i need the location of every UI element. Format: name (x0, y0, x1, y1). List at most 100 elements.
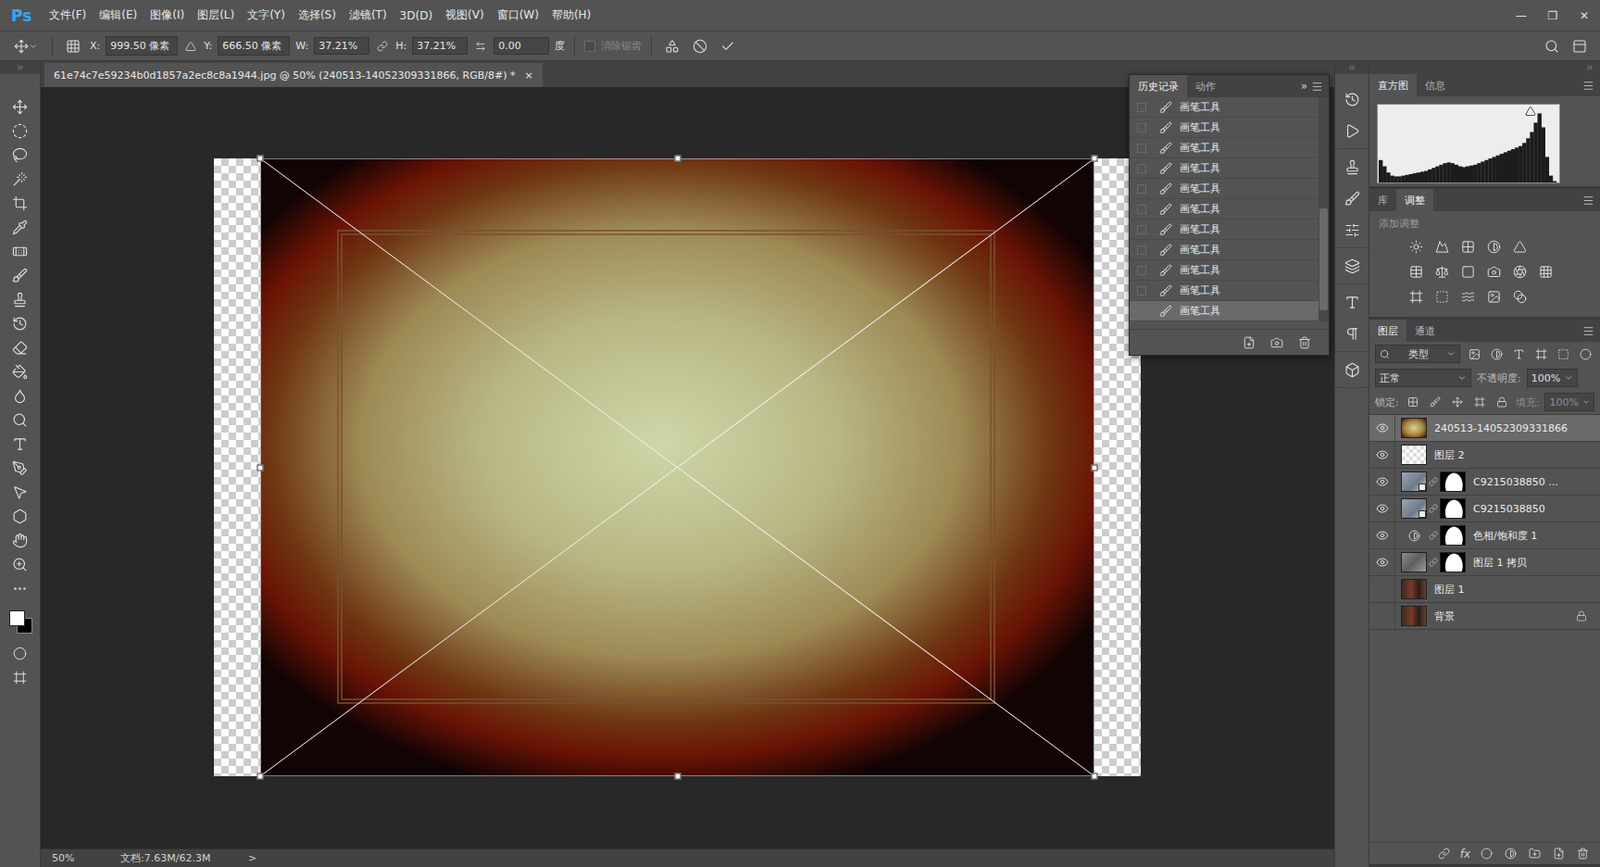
commit-button[interactable] (716, 35, 739, 58)
link-layers-button[interactable] (1436, 845, 1453, 863)
character-button[interactable] (1337, 287, 1366, 316)
close-tab-button[interactable]: × (524, 69, 533, 82)
invert-button[interactable] (1406, 287, 1425, 306)
lock-all-button[interactable] (1493, 393, 1511, 411)
smart-filter-button[interactable] (1554, 345, 1572, 363)
zoom-tool[interactable] (6, 551, 35, 576)
clone-source-button[interactable] (1337, 152, 1366, 181)
link-button[interactable] (375, 35, 390, 58)
histogram-tab[interactable]: 信息 (1416, 74, 1454, 97)
crop-tool[interactable] (6, 190, 35, 215)
adjustments-tab[interactable]: 调整 (1396, 188, 1434, 212)
y-field[interactable]: 666.50 像素 (217, 36, 290, 56)
visibility-toggle[interactable] (1369, 414, 1396, 441)
layer-mask-thumbnail[interactable] (1439, 471, 1466, 492)
layer-row[interactable]: C9215038850 (1369, 495, 1600, 523)
zoom-level[interactable]: 50% (51, 851, 121, 864)
layer-style-button[interactable]: fx (1460, 847, 1471, 861)
transform-handle[interactable] (1091, 773, 1099, 780)
transform-handle[interactable] (257, 155, 264, 163)
warp-button[interactable] (661, 35, 684, 58)
window-control[interactable]: ✕ (1568, 9, 1600, 23)
mask-link[interactable] (1426, 557, 1440, 567)
new-group-button[interactable] (1525, 845, 1543, 863)
menu-item[interactable]: 帮助(H) (545, 7, 598, 24)
properties-button[interactable] (1337, 215, 1366, 244)
history-tab[interactable]: 历史记录 (1129, 75, 1188, 98)
add-mask-button[interactable] (1477, 845, 1495, 863)
photo-filter-button[interactable] (1484, 262, 1503, 281)
type-filter-button[interactable] (1510, 345, 1527, 363)
transform-handle[interactable] (674, 155, 681, 163)
tools-header[interactable] (0, 61, 40, 75)
history-source-box[interactable] (1137, 204, 1147, 214)
lock-transparent-button[interactable] (1404, 393, 1422, 411)
opacity-field[interactable]: 100% (1526, 368, 1578, 388)
screen-mode-button[interactable] (6, 664, 35, 689)
layer-image[interactable] (260, 158, 1095, 776)
color-lookup-button[interactable] (1536, 262, 1555, 281)
new-layer-button[interactable] (1550, 845, 1567, 863)
actions-panel-button[interactable] (1337, 116, 1366, 145)
history-item[interactable]: 画笔工具 (1129, 280, 1319, 301)
strip-header[interactable] (1335, 61, 1369, 75)
x-field[interactable]: 999.50 像素 (105, 36, 178, 56)
transform-box[interactable] (260, 158, 1095, 776)
scrollbar[interactable] (1318, 97, 1329, 322)
adjustments-tab[interactable]: 库 (1369, 188, 1397, 212)
visibility-toggle[interactable] (1369, 549, 1396, 575)
layer-filter-select[interactable]: 类型 (1375, 344, 1461, 363)
mask-link[interactable] (1426, 503, 1440, 513)
layer-row[interactable]: 图层 1 (1369, 575, 1600, 603)
history-brush-tool[interactable] (6, 311, 35, 336)
lasso-tool[interactable] (6, 142, 35, 167)
elliptical-marquee-tool[interactable] (6, 118, 35, 143)
blur-tool[interactable] (6, 383, 35, 408)
vibrance-button[interactable] (1510, 237, 1529, 256)
history-source-box[interactable] (1137, 265, 1147, 275)
path-selection-tool[interactable] (6, 479, 35, 504)
history-item[interactable]: 画笔工具 (1129, 178, 1319, 200)
history-item[interactable]: 画笔工具 (1129, 239, 1319, 261)
shape-filter-button[interactable] (1532, 345, 1550, 363)
brightness-button[interactable] (1406, 237, 1425, 256)
dodge-tool[interactable] (6, 407, 35, 432)
gradient-map-button[interactable] (1484, 287, 1503, 306)
lock-position-button[interactable] (1449, 393, 1466, 411)
transform-handle[interactable] (257, 773, 264, 780)
workspace-button[interactable] (1568, 35, 1591, 58)
history-item[interactable]: 画笔工具 (1129, 300, 1319, 322)
document-canvas[interactable] (213, 158, 1141, 776)
layer-row[interactable]: 色相/饱和度 1 (1369, 522, 1600, 550)
layer-row[interactable]: C9215038850 ... (1369, 468, 1600, 496)
menu-item[interactable]: 文件(F) (42, 7, 93, 24)
history-source-box[interactable] (1137, 143, 1147, 153)
menu-item[interactable]: 滤镜(T) (342, 7, 394, 24)
visibility-toggle[interactable] (1369, 495, 1396, 522)
history-item[interactable]: 画笔工具 (1129, 97, 1319, 118)
blend-mode-select[interactable]: 正常 (1375, 368, 1472, 388)
layers-tab[interactable]: 通道 (1406, 319, 1444, 342)
layer-mask-thumbnail[interactable] (1439, 498, 1466, 519)
expand-button[interactable]: » (1300, 79, 1308, 93)
quick-mask-button[interactable] (6, 640, 35, 665)
selective-color-button[interactable] (1510, 287, 1529, 306)
histogram-tab[interactable]: 直方图 (1369, 74, 1417, 97)
eraser-tool[interactable] (6, 335, 35, 360)
quick-selection-tool[interactable] (6, 166, 35, 191)
antialias-checkbox[interactable] (584, 40, 596, 52)
menu-item[interactable]: 编辑(E) (92, 7, 144, 24)
search-button[interactable] (1540, 35, 1563, 58)
filter-toggle-button[interactable] (1576, 345, 1594, 363)
history-tab[interactable]: 动作 (1187, 75, 1225, 98)
hue-saturation-button[interactable] (1406, 262, 1425, 281)
brush-tool[interactable] (6, 262, 35, 288)
eyedropper-tool[interactable] (6, 214, 35, 239)
transform-handle[interactable] (1091, 155, 1099, 163)
visibility-toggle[interactable] (1369, 441, 1396, 468)
transform-handle[interactable] (674, 773, 681, 780)
cache-warning[interactable] (1525, 105, 1537, 120)
angle-field[interactable]: 0.00 (493, 37, 550, 55)
history-item[interactable]: 画笔工具 (1129, 219, 1319, 240)
layer-row[interactable]: 图层 1 拷贝 (1369, 549, 1600, 576)
